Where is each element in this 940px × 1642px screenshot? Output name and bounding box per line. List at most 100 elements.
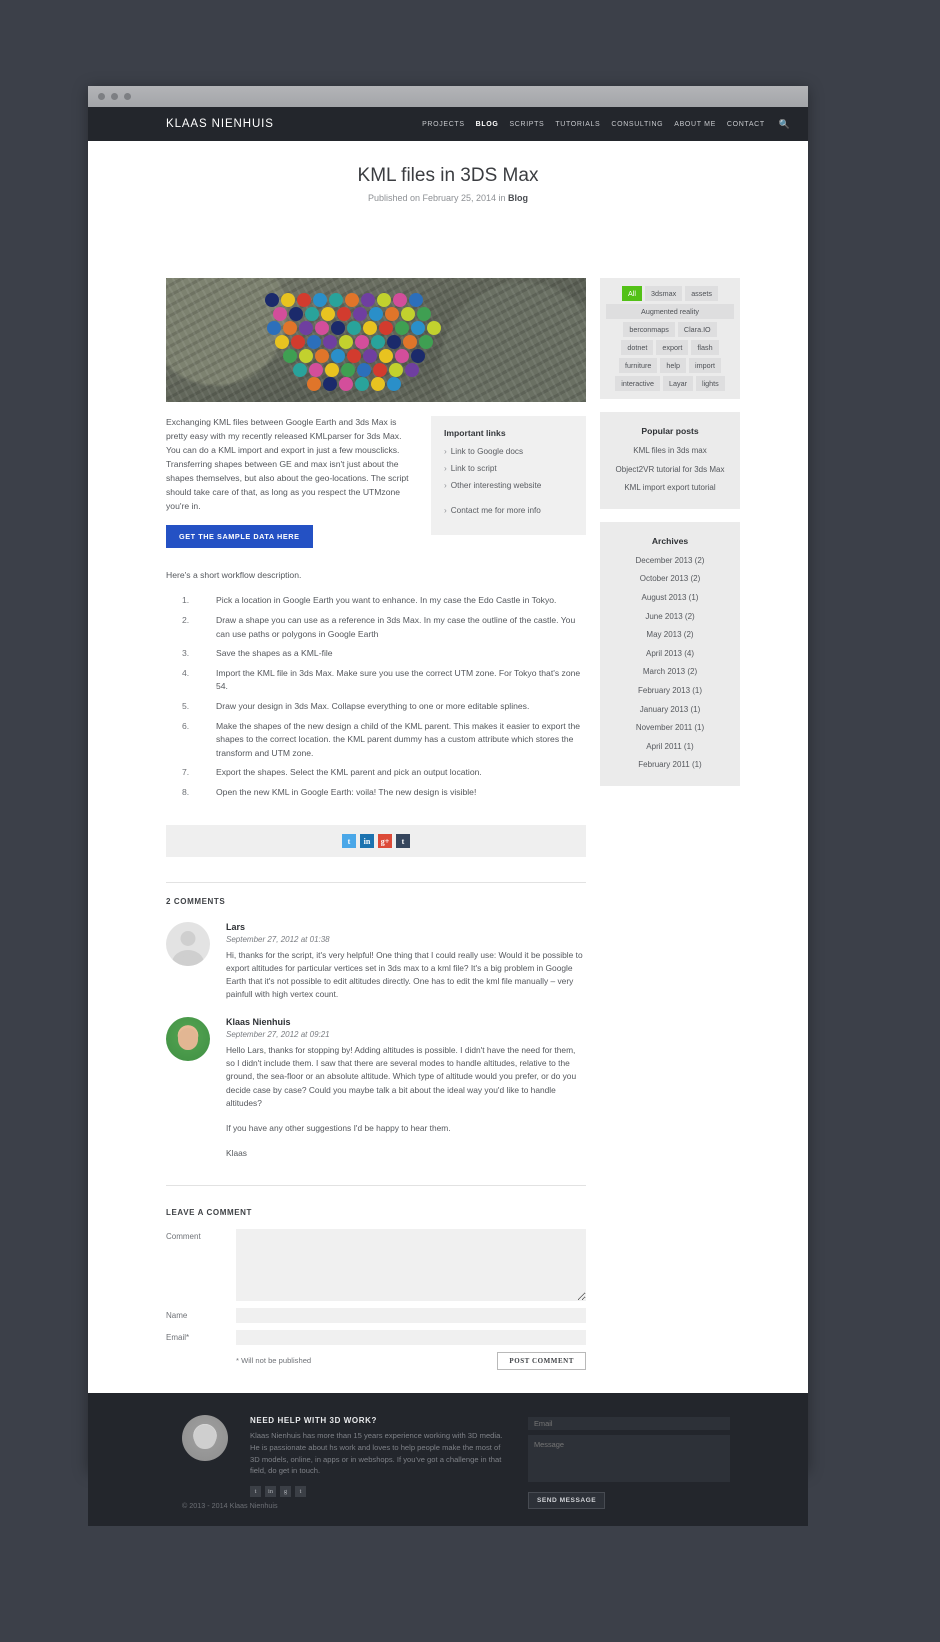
archive-item[interactable]: April 2011 (1) [606, 741, 734, 753]
search-icon[interactable]: 🔍 [779, 119, 790, 130]
tumblr-icon[interactable]: t [396, 834, 410, 849]
sidebar: All 3dsmax assets Augmented reality berc… [600, 278, 740, 799]
divider [166, 882, 586, 884]
archives-title: Archives [651, 535, 689, 546]
comment-text: Hi, thanks for the script, it's very hel… [226, 950, 583, 1000]
tag-flash[interactable]: flash [691, 340, 719, 355]
author-avatar [182, 1415, 228, 1461]
chevron-right-icon: › [444, 464, 447, 473]
popular-post-1[interactable]: KML files in 3ds max [606, 445, 734, 457]
archive-item[interactable]: May 2013 (2) [606, 629, 734, 641]
post-content: Exchanging KML files between Google Eart… [166, 278, 586, 1377]
archive-item[interactable]: August 2013 (1) [606, 592, 734, 604]
send-message-button[interactable]: SEND MESSAGE [528, 1492, 606, 1509]
get-sample-data-button[interactable]: GET THE SAMPLE DATA HERE [166, 525, 313, 549]
nav-item-projects[interactable]: PROJECTS [422, 121, 465, 128]
email-input[interactable] [236, 1329, 586, 1345]
footer-message-textarea[interactable] [528, 1435, 730, 1482]
important-links-box: Important links › Link to Google docs › Li… [431, 416, 586, 535]
comments-count: 2 COMMENTS [166, 897, 226, 907]
chevron-right-icon: › [444, 506, 447, 515]
main-nav: PROJECTS BLOG SCRIPTS TUTORIALS CONSULTI… [422, 119, 790, 130]
footer-email-input[interactable] [528, 1417, 730, 1430]
archive-item[interactable]: April 2013 (4) [606, 648, 734, 660]
contact-link[interactable]: › Contact me for more info [444, 506, 573, 515]
google-plus-icon[interactable]: g [280, 1486, 291, 1498]
post-category-link[interactable]: Blog [508, 193, 528, 203]
linkedin-icon[interactable]: in [360, 834, 374, 849]
popular-post-3[interactable]: KML import export tutorial [606, 482, 734, 494]
important-link-1-label: Link to Google docs [450, 447, 524, 456]
tag-berconmaps[interactable]: berconmaps [623, 322, 675, 337]
tag-lights[interactable]: lights [695, 376, 725, 391]
important-link-3-label: Other interesting website [450, 481, 542, 490]
archive-item[interactable]: March 2013 (2) [606, 666, 734, 678]
list-item: Save the shapes as a KML-file [182, 647, 333, 660]
tag-furniture[interactable]: furniture [619, 358, 658, 373]
tag-layar[interactable]: Layar [663, 376, 693, 391]
nav-item-contact[interactable]: CONTACT [727, 121, 765, 128]
site-brand[interactable]: KLAAS NIENHUIS [166, 118, 274, 130]
tag-augmented-reality[interactable]: Augmented reality [606, 304, 734, 319]
footer-social-links: t in g t [250, 1486, 505, 1498]
page-body: KML files in 3DS Max Published on Februa… [88, 141, 808, 1393]
archive-item[interactable]: January 2013 (1) [606, 704, 734, 716]
workflow-intro: Here's a short workflow description. [166, 570, 302, 581]
comment-author: Klaas Nienhuis [226, 1017, 291, 1028]
tag-import[interactable]: import [688, 358, 721, 373]
nav-item-about-me[interactable]: ABOUT ME [674, 121, 716, 128]
tag-interactive[interactable]: interactive [615, 376, 660, 391]
nav-item-consulting[interactable]: CONSULTING [611, 121, 663, 128]
tag-export[interactable]: export [656, 340, 689, 355]
comment-textarea[interactable] [236, 1228, 586, 1301]
list-item: Make the shapes of the new design a chil… [182, 720, 581, 758]
workflow-steps: Pick a location in Google Earth you want… [166, 594, 586, 799]
archive-item[interactable]: June 2013 (2) [606, 611, 734, 623]
chevron-right-icon: › [444, 447, 447, 456]
name-input[interactable] [236, 1307, 586, 1323]
comment-form: Comment Name Email* * Will not be publis… [166, 1228, 586, 1370]
important-link-1[interactable]: › Link to Google docs [444, 447, 573, 456]
twitter-icon[interactable]: t [250, 1486, 261, 1498]
linkedin-icon[interactable]: in [265, 1486, 276, 1498]
archive-item[interactable]: October 2013 (2) [606, 573, 734, 585]
archive-item[interactable]: February 2011 (1) [606, 759, 734, 771]
archive-item[interactable]: November 2011 (1) [606, 722, 734, 734]
tag-help[interactable]: help [660, 358, 686, 373]
nav-item-tutorials[interactable]: TUTORIALS [555, 121, 600, 128]
archive-item[interactable]: December 2013 (2) [606, 555, 734, 567]
important-link-3[interactable]: › Other interesting website [444, 481, 573, 490]
tag-dotnet[interactable]: dotnet [621, 340, 654, 355]
site-footer: NEED HELP WITH 3D WORK? Klaas Nienhuis h… [88, 1393, 808, 1526]
list-item: Pick a location in Google Earth you want… [182, 594, 557, 607]
popular-post-2[interactable]: Object2VR tutorial for 3ds Max [606, 464, 734, 476]
comment-field-label: Comment [166, 1231, 201, 1241]
footer-body: Klaas Nienhuis has more than 15 years ex… [250, 1431, 503, 1476]
intro-row: Exchanging KML files between Google Eart… [166, 416, 586, 549]
tag-all[interactable]: All [622, 286, 643, 301]
tag-assets[interactable]: assets [685, 286, 718, 301]
leave-comment-heading: LEAVE A COMMENT [166, 1207, 253, 1217]
post-comment-button[interactable]: POST COMMENT [497, 1351, 586, 1370]
window-minimize-dot[interactable] [111, 93, 118, 100]
list-item: Draw a shape you can use as a reference … [182, 614, 576, 639]
archive-item[interactable]: February 2013 (1) [606, 685, 734, 697]
list-item: Klaas Nienhuis September 27, 2012 at 09:… [166, 1017, 586, 1159]
site-header: KLAAS NIENHUIS PROJECTS BLOG SCRIPTS TUT… [88, 107, 808, 141]
list-item: Export the shapes. Select the KML parent… [182, 766, 482, 779]
popular-posts-widget: Popular posts KML files in 3ds max Objec… [600, 412, 740, 509]
window-maximize-dot[interactable] [124, 93, 131, 100]
tag-clara-io[interactable]: Clara.IO [677, 322, 717, 337]
tag-cloud-widget: All 3dsmax assets Augmented reality berc… [600, 278, 740, 399]
twitter-icon[interactable]: t [342, 834, 356, 849]
tumblr-icon[interactable]: t [295, 1486, 306, 1498]
important-link-2-label: Link to script [450, 464, 497, 473]
nav-item-scripts[interactable]: SCRIPTS [509, 121, 544, 128]
nav-item-blog[interactable]: BLOG [476, 121, 499, 128]
tag-3dsmax[interactable]: 3dsmax [645, 286, 683, 301]
contact-link-label: Contact me for more info [450, 506, 541, 515]
google-plus-icon[interactable]: g+ [378, 834, 392, 849]
post-hero-image [166, 278, 586, 402]
window-close-dot[interactable] [98, 93, 105, 100]
important-link-2[interactable]: › Link to script [444, 464, 573, 473]
